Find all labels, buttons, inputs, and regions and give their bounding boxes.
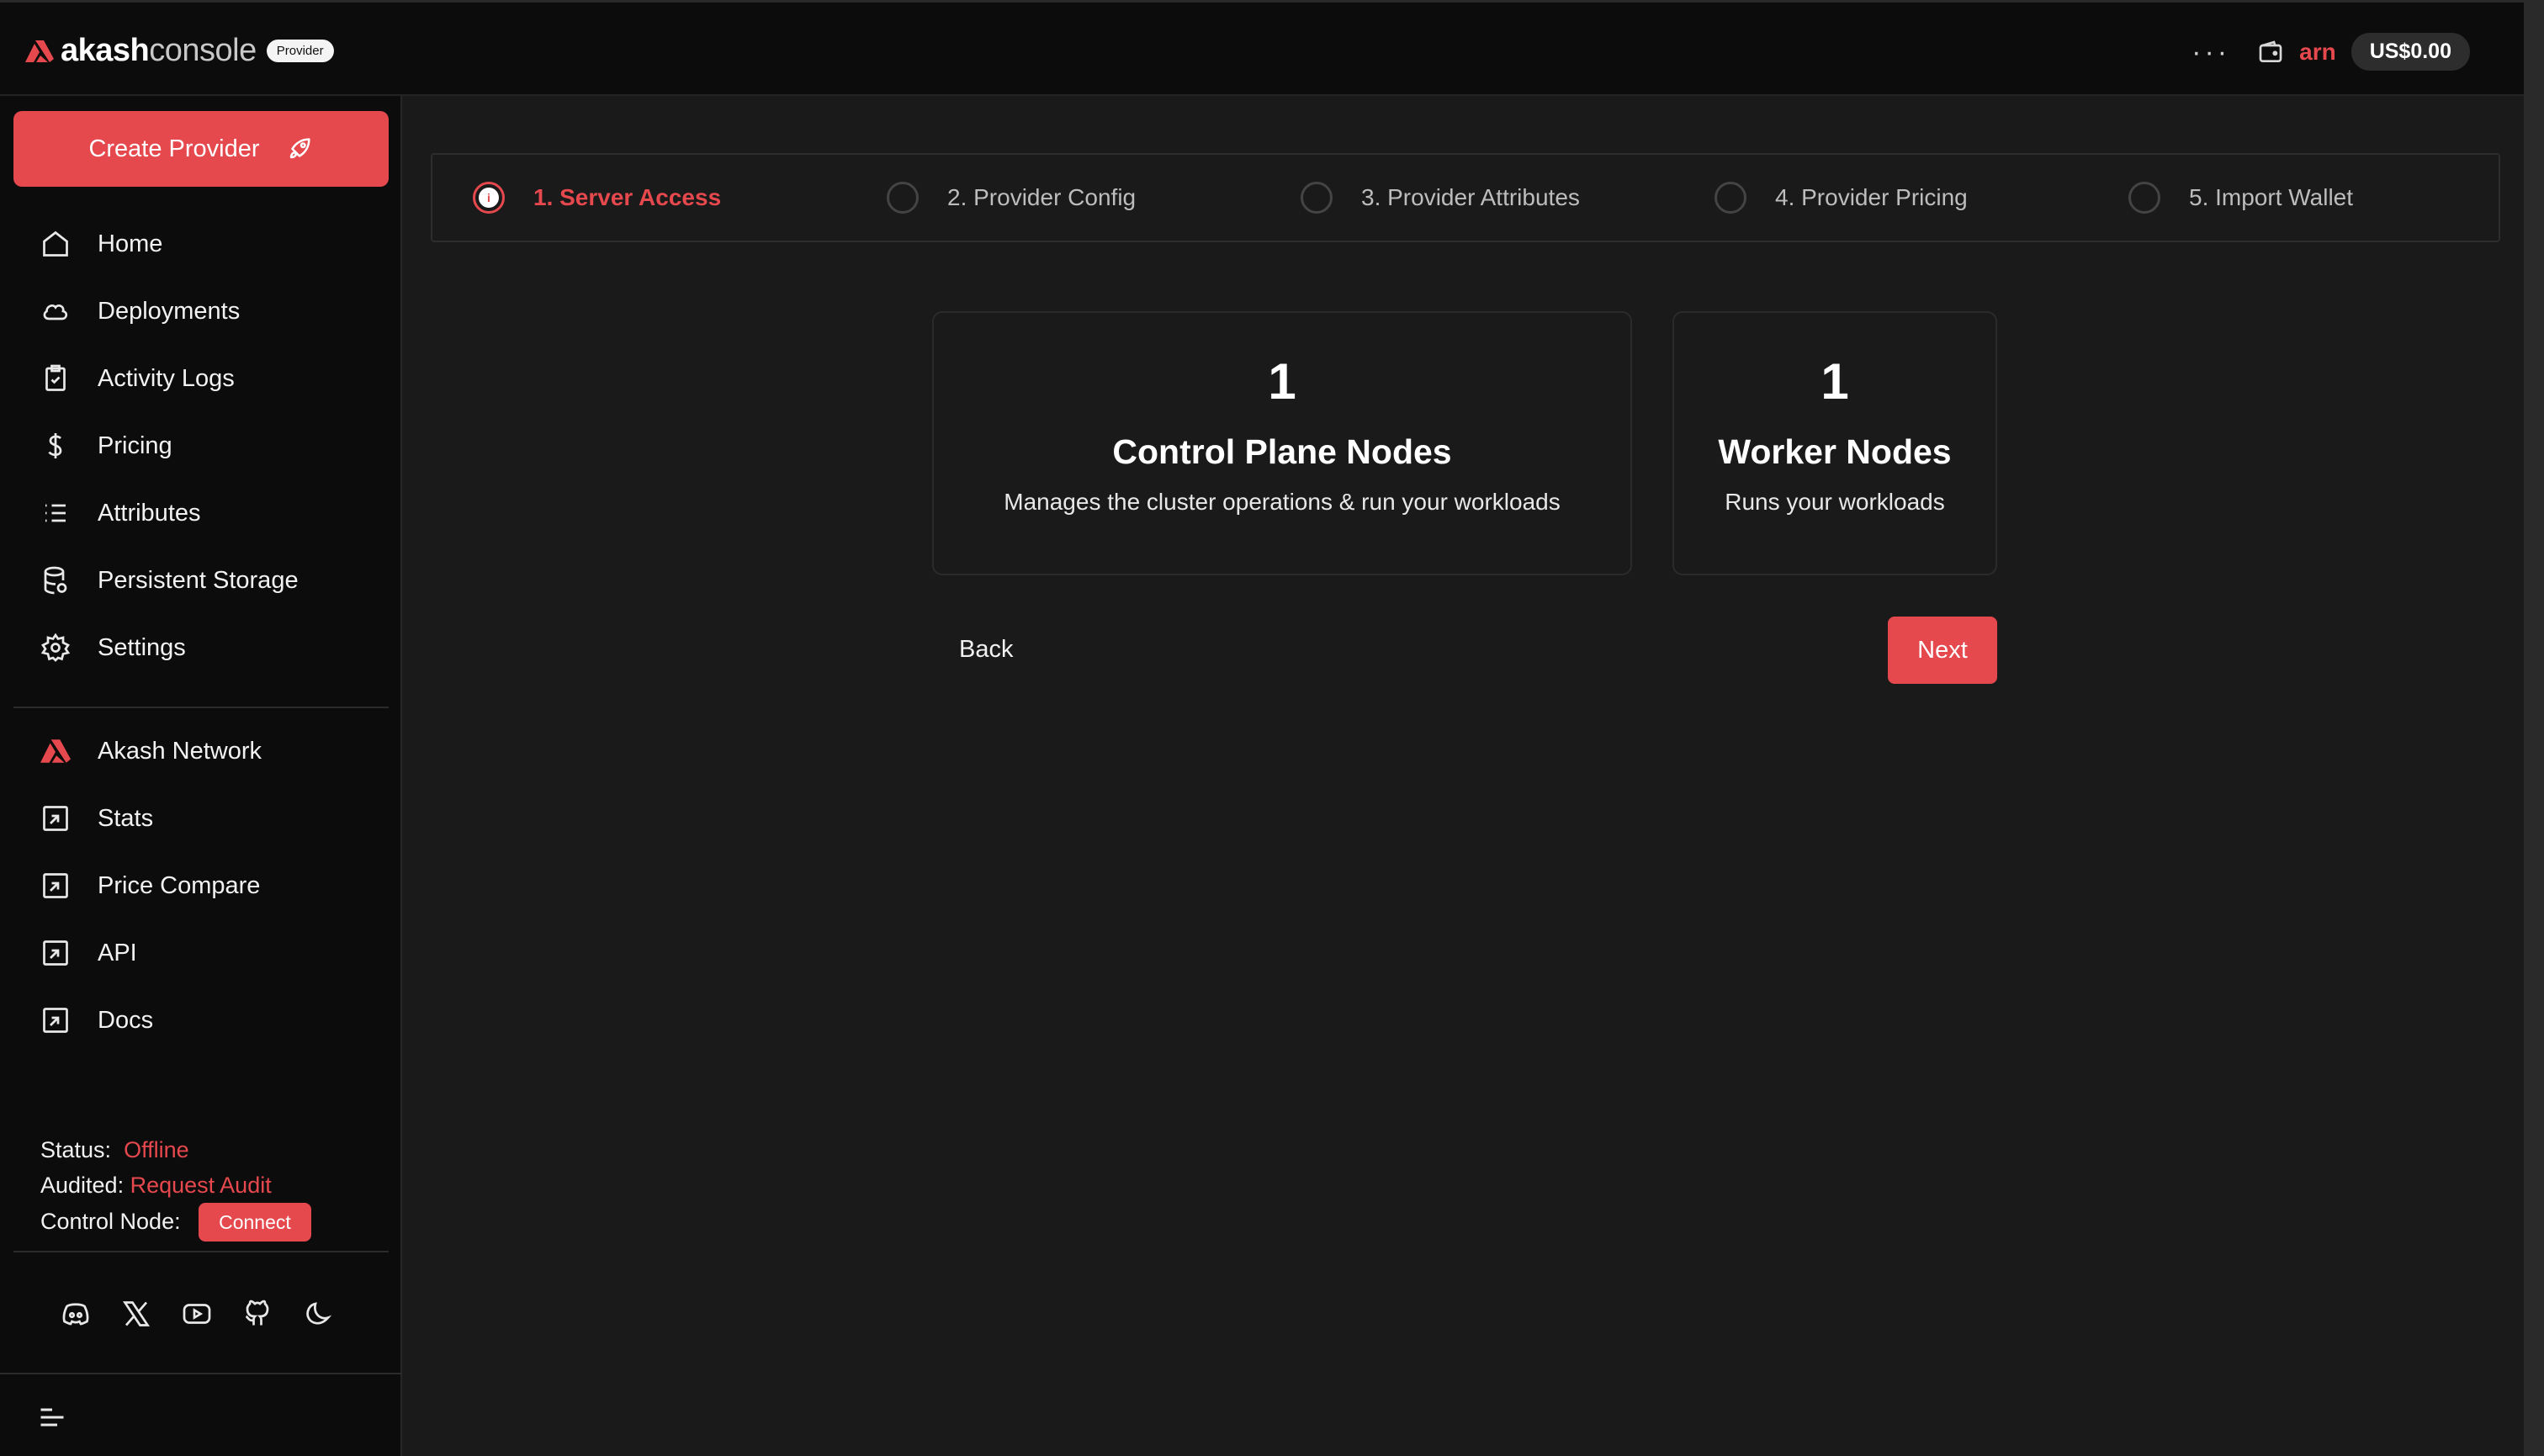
sidebar-divider	[0, 1373, 402, 1374]
youtube-icon[interactable]	[182, 1299, 212, 1329]
create-provider-button[interactable]: Create Provider	[13, 111, 389, 187]
balance-badge[interactable]: US$0.00	[2351, 33, 2470, 71]
github-icon[interactable]	[242, 1299, 273, 1329]
sidebar-item-label: Persistent Storage	[98, 566, 299, 594]
clipboard-icon	[45, 364, 66, 391]
info-icon: i	[479, 188, 499, 208]
step-import-wallet[interactable]: 5. Import Wallet	[2128, 182, 2353, 214]
moon-icon[interactable]	[303, 1299, 333, 1329]
wizard-stepper: i 1. Server Access 2. Provider Config 3.…	[431, 153, 2500, 242]
rocket-icon	[289, 138, 310, 159]
sidebar-item-label: Activity Logs	[98, 364, 235, 392]
request-audit-link[interactable]: Request Audit	[130, 1173, 272, 1198]
step-provider-attributes[interactable]: 3. Provider Attributes	[1301, 182, 1580, 214]
connect-button[interactable]: Connect	[199, 1203, 311, 1242]
step-server-access[interactable]: i 1. Server Access	[473, 182, 721, 214]
main-nav: Home Deployments Activity Logs Pricing A…	[0, 210, 402, 681]
sidebar-item-label: Pricing	[98, 432, 172, 459]
top-bar: akashconsole Provider ··· arn US$0.00	[0, 0, 2524, 96]
provider-status: Status: Offline Audited: Request Audit C…	[40, 1132, 311, 1242]
sidebar-item-label: Settings	[98, 633, 186, 661]
sidebar-item-docs[interactable]: Docs	[0, 987, 402, 1054]
sidebar-item-stats[interactable]: Stats	[0, 785, 402, 852]
next-button[interactable]: Next	[1888, 617, 1997, 684]
cloud-icon	[43, 304, 68, 320]
control-node-row: Control Node: Connect	[40, 1203, 311, 1242]
sidebar-item-label: Price Compare	[98, 871, 261, 899]
back-button[interactable]: Back	[959, 636, 1013, 664]
step-label: 5. Import Wallet	[2189, 184, 2354, 210]
username[interactable]: arn	[2299, 39, 2336, 66]
step-label: 2. Provider Config	[947, 184, 1137, 210]
sidebar-item-home[interactable]: Home	[0, 210, 402, 278]
audited-row: Audited: Request Audit	[40, 1167, 311, 1203]
gear-icon	[40, 633, 71, 662]
scrollbar[interactable]	[2524, 0, 2544, 1456]
list-icon	[45, 504, 66, 522]
x-twitter-icon[interactable]	[121, 1299, 151, 1329]
akash-logo-icon	[40, 739, 71, 763]
sidebar-item-label: Attributes	[98, 499, 201, 527]
sidebar-divider	[13, 707, 389, 708]
sidebar-item-pricing[interactable]: Pricing	[0, 412, 402, 479]
sidebar-item-price-compare[interactable]: Price Compare	[0, 852, 402, 919]
external-link-icon	[43, 873, 68, 898]
sidebar-item-akash-network[interactable]: Akash Network	[0, 717, 402, 785]
step-provider-config[interactable]: 2. Provider Config	[887, 182, 1136, 214]
status-label: Status:	[40, 1137, 112, 1162]
dollar-icon	[48, 433, 62, 458]
card-description: Manages the cluster operations & run you…	[1004, 489, 1561, 515]
sidebar-divider	[13, 1251, 389, 1252]
wallet-icon[interactable]	[2257, 39, 2284, 66]
sidebar-item-label: Deployments	[98, 297, 241, 325]
sidebar-item-label: Home	[98, 230, 163, 257]
social-links	[61, 1299, 333, 1329]
sidebar-item-label: Docs	[98, 1006, 154, 1034]
external-link-icon	[43, 1008, 68, 1033]
sidebar-item-label: Stats	[98, 804, 154, 832]
provider-badge: Provider	[266, 40, 334, 62]
database-icon	[44, 566, 67, 595]
sidebar-item-label: API	[98, 939, 137, 966]
sidebar-item-settings[interactable]: Settings	[0, 614, 402, 681]
card-description: Runs your workloads	[1725, 489, 1945, 515]
step-circle	[1715, 182, 1746, 214]
create-provider-label: Create Provider	[88, 135, 260, 162]
step-label: 4. Provider Pricing	[1775, 184, 1968, 210]
worker-count: 1	[1821, 353, 1849, 410]
sidebar-item-label: Akash Network	[98, 737, 262, 765]
audited-label: Audited:	[40, 1173, 125, 1198]
card-title: Control Plane Nodes	[1112, 432, 1452, 471]
menu-toggle-icon[interactable]	[37, 1402, 67, 1432]
step-label: 3. Provider Attributes	[1361, 184, 1580, 210]
control-node-label: Control Node:	[40, 1209, 181, 1234]
status-row: Status: Offline	[40, 1132, 311, 1167]
home-icon	[43, 230, 68, 257]
step-circle	[1301, 182, 1333, 214]
sidebar-item-deployments[interactable]: Deployments	[0, 278, 402, 345]
step-circle	[2128, 182, 2160, 214]
control-plane-count: 1	[1268, 353, 1296, 410]
logo-text: akashconsole	[61, 33, 257, 68]
step-provider-pricing[interactable]: 4. Provider Pricing	[1715, 182, 1968, 214]
sidebar-item-activity-logs[interactable]: Activity Logs	[0, 345, 402, 412]
worker-nodes-card[interactable]: 1 Worker Nodes Runs your workloads	[1672, 311, 1997, 575]
discord-icon[interactable]	[61, 1299, 91, 1329]
step-circle	[887, 182, 919, 214]
sidebar-item-attributes[interactable]: Attributes	[0, 479, 402, 547]
card-title: Worker Nodes	[1718, 432, 1952, 471]
more-menu-button[interactable]: ···	[2192, 38, 2230, 66]
status-value: Offline	[124, 1137, 189, 1162]
control-plane-nodes-card[interactable]: 1 Control Plane Nodes Manages the cluste…	[932, 311, 1632, 575]
sidebar-item-persistent-storage[interactable]: Persistent Storage	[0, 547, 402, 614]
akash-console-logo[interactable]: akashconsole Provider	[25, 33, 334, 69]
external-nav: Akash Network Stats Price Compare API Do…	[0, 717, 402, 1054]
external-link-icon	[43, 940, 68, 966]
external-link-icon	[43, 806, 68, 831]
step-active-indicator: i	[473, 182, 505, 214]
sidebar-item-api[interactable]: API	[0, 919, 402, 987]
step-label: 1. Server Access	[533, 184, 722, 210]
akash-logo-icon	[25, 40, 54, 62]
sidebar: Create Provider Home Deployments Activit…	[0, 96, 402, 1456]
